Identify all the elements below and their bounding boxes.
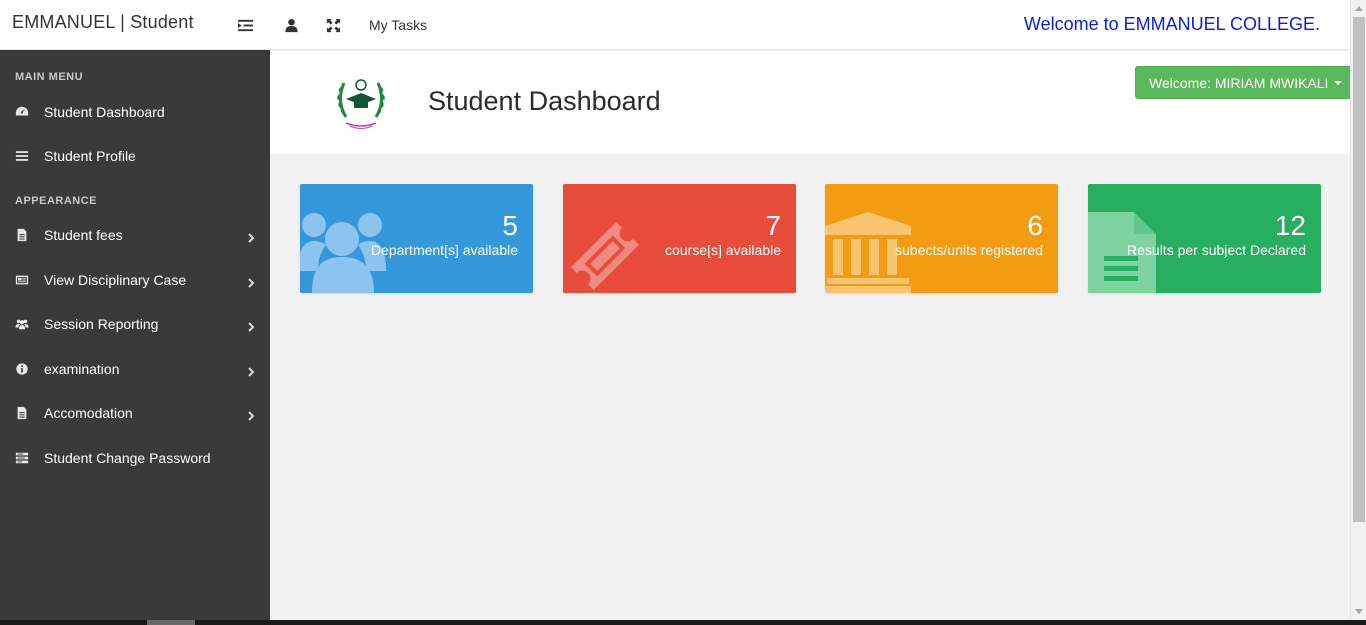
taskbar-segment <box>147 620 195 625</box>
tasks-icon <box>15 451 29 465</box>
sidebar-item-label: Student Profile <box>44 148 136 164</box>
sidebar: MAIN MENU Student Dashboard Student Prof… <box>0 50 270 620</box>
newspaper-icon <box>15 273 29 287</box>
brand-title[interactable]: EMMANUEL | Student <box>12 12 194 33</box>
dashboard-icon <box>15 105 29 119</box>
welcome-user-dropdown[interactable]: Welcome: MIRIAM MWIKALI <box>1135 66 1355 99</box>
my-tasks-link[interactable]: My Tasks <box>369 17 427 33</box>
card-label: Department[s] available <box>370 242 518 258</box>
stat-card-departments[interactable]: 5 Department[s] available <box>300 184 533 293</box>
welcome-user-label: Welcome: MIRIAM MWIKALI <box>1149 74 1329 91</box>
card-count: 5 <box>502 210 518 241</box>
card-count: 6 <box>1027 210 1043 241</box>
sidebar-item-student-dashboard[interactable]: Student Dashboard <box>0 92 270 132</box>
stat-card-results[interactable]: 12 Results per subject Declared <box>1088 184 1321 293</box>
stat-card-courses[interactable]: 7 course[s] available <box>563 184 796 293</box>
sidebar-item-student-change-password[interactable]: Student Change Password <box>0 438 270 478</box>
sidebar-item-label: Accomodation <box>44 405 133 421</box>
file-icon <box>15 406 29 420</box>
vertical-scrollbar[interactable] <box>1350 0 1366 620</box>
sidebar-item-accomodation[interactable]: Accomodation <box>0 393 270 433</box>
chevron-right-icon <box>246 319 256 332</box>
sidebar-item-student-profile[interactable]: Student Profile <box>0 136 270 176</box>
ticket-icon <box>563 214 653 293</box>
bars-icon <box>15 149 29 163</box>
sidebar-item-session-reporting[interactable]: Session Reporting <box>0 304 270 344</box>
appearance-label: APPEARANCE <box>15 195 98 207</box>
info-icon <box>15 362 29 376</box>
card-label: subects/units registered <box>895 242 1043 258</box>
sidebar-item-label: View Disciplinary Case <box>44 272 187 288</box>
card-label: course[s] available <box>665 242 781 258</box>
card-count: 12 <box>1274 210 1306 241</box>
sidebar-item-view-disciplinary-case[interactable]: View Disciplinary Case <box>0 260 270 300</box>
sidebar-item-examination[interactable]: examination <box>0 349 270 389</box>
sidebar-item-label: Session Reporting <box>44 316 159 332</box>
stat-card-subjects[interactable]: 6 subects/units registered <box>825 184 1058 293</box>
main-menu-label: MAIN MENU <box>15 71 84 83</box>
page-header: Student Dashboard Welcome: MIRIAM MWIKAL… <box>270 51 1355 154</box>
sidebar-item-label: Student Change Password <box>44 450 211 466</box>
chevron-right-icon <box>246 408 256 421</box>
chevron-right-icon <box>246 364 256 377</box>
caret-down-icon <box>1334 80 1343 85</box>
card-count: 7 <box>765 210 781 241</box>
users-icon <box>15 317 29 331</box>
emmanuel-college-logo <box>332 71 390 133</box>
sidebar-item-student-fees[interactable]: Student fees <box>0 215 270 255</box>
list-indent-icon[interactable] <box>235 15 255 35</box>
welcome-college-text: Welcome to EMMANUEL COLLEGE. <box>1023 14 1320 34</box>
fullscreen-icon[interactable] <box>323 15 343 35</box>
page-title: Student Dashboard <box>428 86 661 116</box>
scroll-thumb[interactable] <box>1353 17 1365 522</box>
sidebar-item-label: examination <box>44 361 120 377</box>
chevron-right-icon <box>246 275 256 288</box>
chevron-right-icon <box>246 230 256 243</box>
scroll-up-icon[interactable] <box>1355 6 1363 11</box>
sidebar-item-label: Student Dashboard <box>44 104 165 120</box>
card-label: Results per subject Declared <box>1127 242 1306 258</box>
taskbar-strip <box>0 620 1366 625</box>
user-icon[interactable] <box>281 15 301 35</box>
file-icon <box>15 228 29 242</box>
top-navbar: EMMANUEL | Student My Tasks Welcome to E… <box>0 0 1350 50</box>
sidebar-item-label: Student fees <box>44 227 123 243</box>
scroll-down-icon[interactable] <box>1355 609 1363 614</box>
